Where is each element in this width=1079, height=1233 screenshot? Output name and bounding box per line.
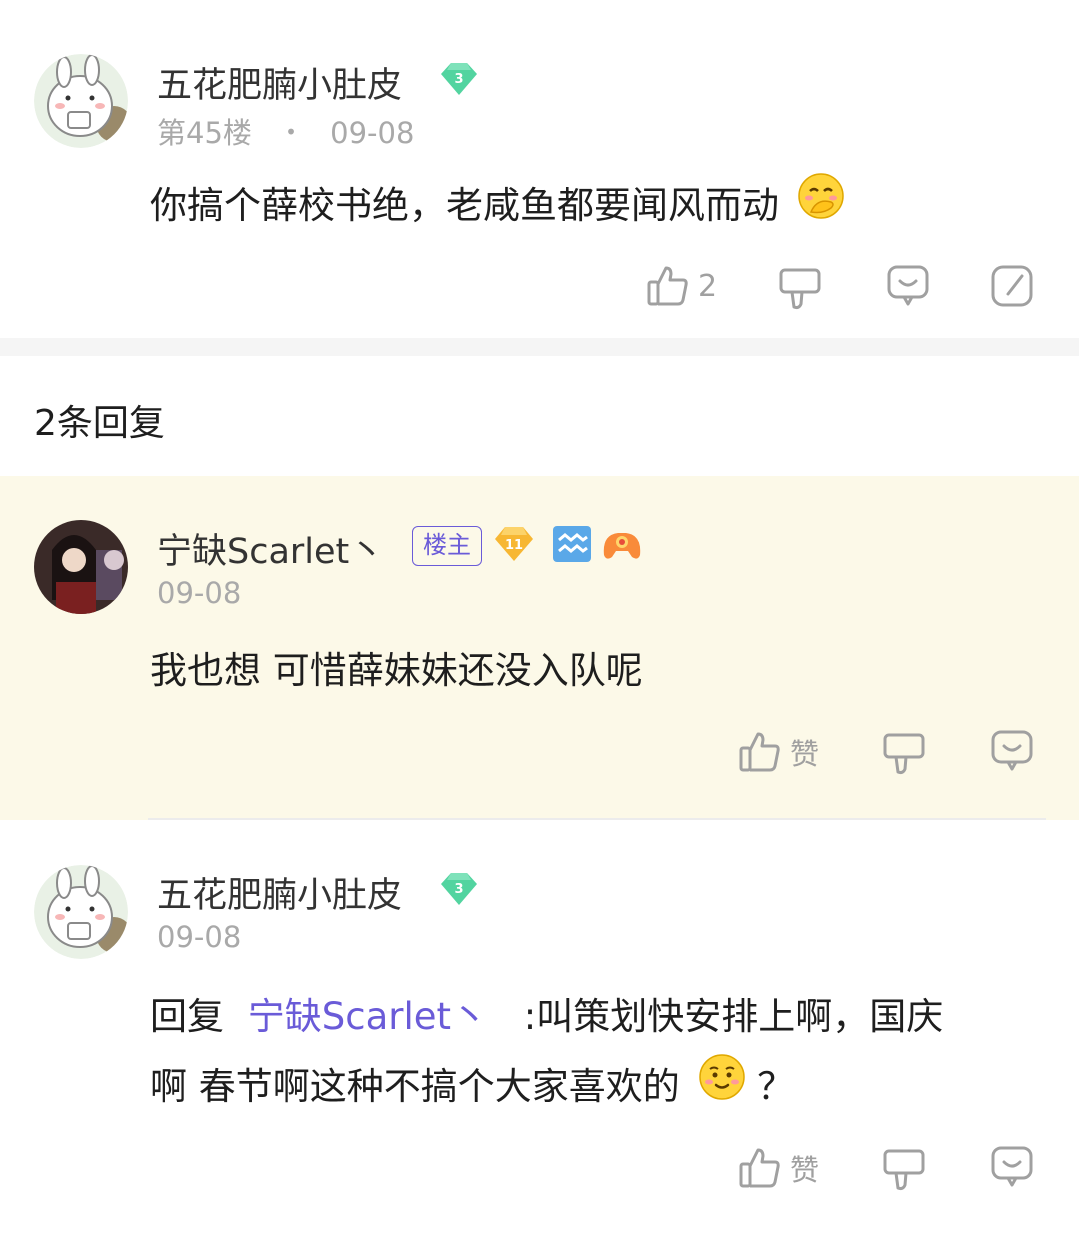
author-name[interactable]: 宁缺Scarlet丶: [157, 523, 384, 574]
smile-emoji-icon: [698, 1053, 746, 1124]
reply-content: 我也想 可惜薛妹妹还没入队呢: [150, 649, 643, 692]
thumbs-down-icon: [778, 267, 822, 311]
author-name[interactable]: 五花肥腩小肚皮: [157, 867, 402, 918]
comment-bubble-icon: [886, 264, 930, 308]
edit-icon: [990, 264, 1034, 308]
reply-content-line-1: 回复 宁缺Scarlet丶 :叫策划快安排上啊，国庆: [150, 982, 943, 1052]
reply-date: 09-08: [157, 576, 242, 610]
thumbs-up-icon: [738, 1146, 782, 1190]
avatar[interactable]: [34, 54, 128, 148]
like-count: 2: [698, 268, 718, 304]
dislike-button[interactable]: [882, 732, 926, 776]
reply-card: 五花肥腩小肚皮 3 09-08 回复 宁缺Scarlet丶 :叫策划快安排上啊，…: [0, 820, 1079, 1233]
thumbs-down-icon: [882, 732, 926, 776]
like-button[interactable]: 赞: [738, 1146, 819, 1190]
cover-mouth-emoji-icon: [797, 172, 845, 243]
post-meta: 第45楼 • 09-08: [157, 110, 414, 152]
level-number: 11: [505, 538, 523, 553]
thumbs-up-icon: [738, 730, 782, 774]
like-button[interactable]: 赞: [738, 730, 819, 774]
aquarius-icon: [552, 525, 592, 567]
level-badge-icon: 3: [439, 871, 479, 911]
author-name[interactable]: 五花肥腩小肚皮: [157, 57, 402, 108]
post-card: 五花肥腩小肚皮 3 第45楼 • 09-08 你搞个薛校书绝，老咸鱼都要闻风而动: [0, 0, 1079, 338]
section-divider: [0, 338, 1079, 356]
dislike-button[interactable]: [778, 267, 822, 311]
thumbs-down-icon: [882, 1148, 926, 1192]
post-text: 你搞个薛校书绝，老咸鱼都要闻风而动: [150, 184, 779, 227]
replies-count-heading: 2条回复: [34, 403, 165, 444]
avatar[interactable]: [34, 520, 128, 614]
comment-button[interactable]: [886, 264, 930, 308]
level-number: 3: [454, 72, 463, 87]
reply-text-continued: 啊 春节啊这种不搞个大家喜欢的: [150, 1065, 680, 1108]
op-badge: 楼主: [412, 526, 482, 566]
reply-text: :叫策划快安排上啊，国庆: [523, 995, 944, 1038]
level-badge-icon: 3: [439, 61, 479, 101]
like-label: 赞: [790, 737, 820, 771]
meta-separator: •: [285, 120, 297, 144]
edit-button[interactable]: [990, 264, 1034, 308]
avatar[interactable]: [34, 865, 128, 959]
replies-header-bar: 2条回复: [0, 356, 1079, 476]
question-mark: ？: [757, 1065, 795, 1108]
like-button[interactable]: 2: [646, 264, 717, 308]
comment-bubble-icon: [990, 729, 1034, 773]
reply-date: 09-08: [157, 920, 242, 954]
reply-content-line-2: 啊 春节啊这种不搞个大家喜欢的 ？: [150, 1052, 794, 1124]
reply-card-op: 宁缺Scarlet丶 楼主 11 09-08 我也想 可惜薛妹妹还没入队呢 赞: [0, 476, 1079, 820]
level-number: 3: [454, 882, 463, 897]
thumbs-up-icon: [646, 264, 690, 308]
floor-number: 第45楼: [157, 116, 252, 150]
like-label: 赞: [790, 1153, 820, 1187]
comment-button[interactable]: [990, 729, 1034, 773]
post-date: 09-08: [330, 116, 415, 150]
game-controller-icon: [600, 525, 644, 567]
reply-prefix: 回复: [150, 995, 224, 1038]
reply-to-user-link[interactable]: 宁缺Scarlet丶: [248, 995, 488, 1038]
comment-button[interactable]: [990, 1145, 1034, 1189]
level-badge-icon: 11: [493, 525, 535, 567]
dislike-button[interactable]: [882, 1148, 926, 1192]
comment-bubble-icon: [990, 1145, 1034, 1189]
post-content: 你搞个薛校书绝，老咸鱼都要闻风而动: [150, 171, 845, 243]
